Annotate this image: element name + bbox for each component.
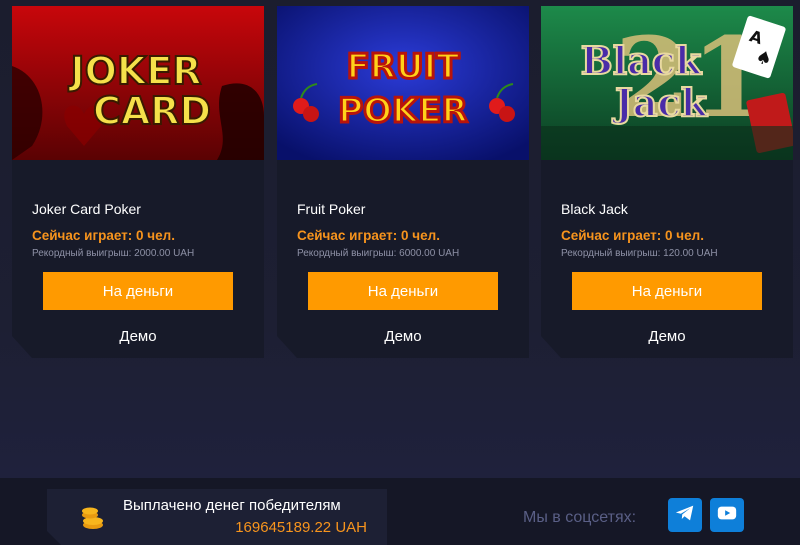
telegram-icon: [674, 502, 696, 529]
players-now-label: Сейчас играет:: [32, 228, 133, 243]
demo-button[interactable]: Демо: [308, 324, 498, 348]
game-thumbnail[interactable]: JOKER CARD: [12, 6, 264, 160]
record-win: Рекордный выигрыш: 120.00 UAH: [561, 248, 718, 259]
youtube-icon: [716, 502, 738, 529]
youtube-link[interactable]: [710, 498, 744, 532]
players-now-label: Сейчас играет:: [561, 228, 662, 243]
coins-icon: [79, 503, 107, 531]
game-thumbnail[interactable]: FRUIT POKER: [277, 6, 529, 160]
joker-card-artwork: JOKER CARD: [12, 6, 264, 160]
game-card-fruit-poker: FRUIT POKER Fruit Poker Сейчас играет: 0…: [277, 6, 529, 358]
players-now-count: 0 чел.: [136, 228, 175, 243]
game-thumbnail[interactable]: 21 A ♠ Black Jack: [541, 6, 793, 160]
players-now-count: 0 чел.: [401, 228, 440, 243]
games-grid: JOKER CARD Joker Card Poker Сейчас играе…: [12, 6, 793, 358]
players-now: Сейчас играет: 0 чел.: [561, 228, 704, 243]
demo-button[interactable]: Демо: [43, 324, 233, 348]
social-label: Мы в соцсетях:: [523, 509, 637, 526]
game-card-joker-card-poker: JOKER CARD Joker Card Poker Сейчас играе…: [12, 6, 264, 358]
game-card-black-jack: 21 A ♠ Black Jack Black Jack Сейчас игра…: [541, 6, 793, 358]
payout-panel: Выплачено денег победителям 169645189.22…: [47, 489, 387, 545]
game-title: Joker Card Poker: [32, 201, 141, 217]
players-now-count: 0 чел.: [665, 228, 704, 243]
play-for-money-button[interactable]: На деньги: [572, 272, 762, 310]
players-now-label: Сейчас играет:: [297, 228, 398, 243]
fruit-poker-artwork: FRUIT POKER: [277, 6, 529, 160]
demo-button[interactable]: Демо: [572, 324, 762, 348]
players-now: Сейчас играет: 0 чел.: [297, 228, 440, 243]
play-for-money-button[interactable]: На деньги: [43, 272, 233, 310]
fruit-artwork-line2: POKER: [338, 91, 468, 131]
game-title: Black Jack: [561, 201, 628, 217]
black-jack-artwork-line2: Jack: [612, 80, 708, 125]
players-now: Сейчас играет: 0 чел.: [32, 228, 175, 243]
telegram-link[interactable]: [668, 498, 702, 532]
black-jack-artwork-line1: Black: [581, 38, 702, 83]
footer: Выплачено денег победителям 169645189.22…: [0, 478, 800, 545]
payout-amount: 169645189.22 UAH: [235, 519, 367, 536]
black-jack-artwork: 21 A ♠ Black Jack: [541, 6, 793, 160]
fruit-artwork-line1: FRUIT: [347, 47, 461, 87]
joker-artwork-line1: JOKER: [67, 49, 201, 93]
record-win: Рекордный выигрыш: 2000.00 UAH: [32, 248, 195, 259]
joker-artwork-line2: CARD: [93, 89, 211, 133]
play-for-money-button[interactable]: На деньги: [308, 272, 498, 310]
record-win: Рекордный выигрыш: 6000.00 UAH: [297, 248, 460, 259]
payout-label: Выплачено денег победителям: [123, 497, 341, 514]
game-title: Fruit Poker: [297, 201, 366, 217]
